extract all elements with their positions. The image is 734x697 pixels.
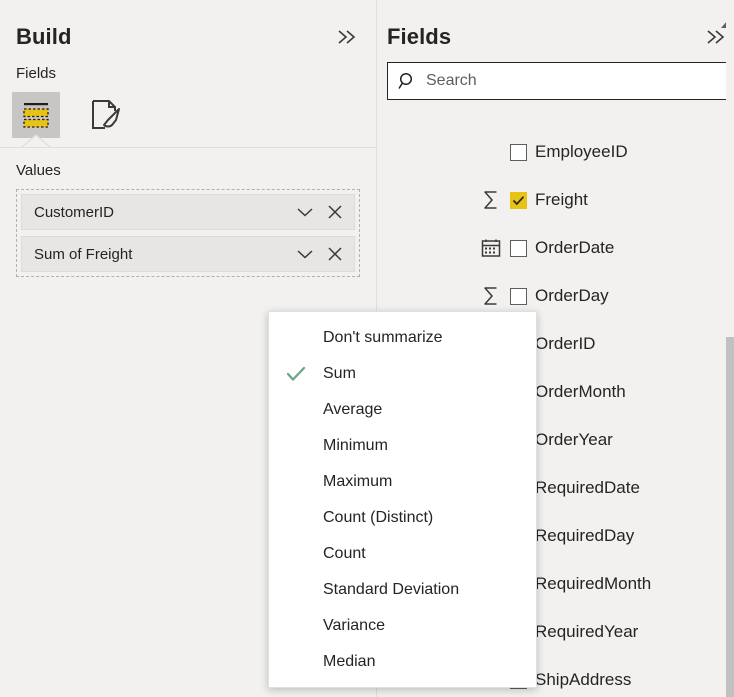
menu-item-sum[interactable]: Sum — [269, 356, 536, 392]
menu-item-average[interactable]: Average — [269, 392, 536, 428]
field-label: OrderDate — [535, 238, 615, 257]
field-label: OrderMonth — [535, 382, 626, 401]
field-checkbox[interactable] — [510, 143, 527, 161]
menu-item-label: Count (Distinct) — [323, 509, 434, 526]
search-placeholder: Search — [426, 72, 477, 89]
menu-item-label: Average — [323, 401, 383, 418]
field-well-remove-button[interactable] — [320, 197, 350, 227]
menu-item-dont-summarize[interactable]: Don't summarize — [269, 320, 536, 356]
field-label: RequiredDate — [535, 478, 640, 497]
close-icon — [328, 247, 342, 261]
format-pane-icon-button[interactable] — [82, 92, 130, 138]
menu-check-slot — [281, 366, 311, 382]
field-label: EmployeeID — [535, 142, 628, 161]
checkmark-icon — [286, 366, 306, 381]
menu-item-minimum[interactable]: Minimum — [269, 428, 536, 464]
search-icon — [398, 72, 413, 89]
values-well-label: Values — [16, 162, 61, 179]
field-label: ShipAddress — [535, 670, 632, 689]
menu-item-label: Standard Deviation — [323, 581, 460, 598]
field-label: Freight — [535, 190, 588, 209]
field-checkbox[interactable] — [510, 287, 527, 305]
menu-item-label: Count — [323, 545, 366, 562]
power-bi-panes: Build Fields Values CustomerID Sum of Fr… — [0, 0, 734, 697]
field-well-chip-customerid[interactable]: CustomerID — [21, 194, 355, 230]
double-chevron-right-icon — [338, 30, 356, 44]
selected-pane-caret-icon — [18, 134, 54, 147]
fields-pane-icon — [23, 103, 49, 128]
field-label: OrderYear — [535, 430, 613, 449]
fields-scrollbar-thumb[interactable] — [726, 337, 734, 697]
double-chevron-right-icon — [707, 30, 725, 44]
menu-item-median[interactable]: Median — [269, 644, 536, 680]
menu-item-label: Variance — [323, 617, 385, 634]
chevron-down-icon — [297, 250, 313, 259]
field-well-chip-label: CustomerID — [34, 203, 115, 221]
collapse-build-pane-button[interactable] — [334, 24, 360, 50]
menu-item-label: Don't summarize — [323, 329, 443, 346]
fields-pane-title: Fields — [387, 24, 452, 49]
menu-item-label: Minimum — [323, 437, 388, 454]
search-input[interactable]: Search — [387, 62, 734, 100]
fields-section-label: Fields — [16, 65, 57, 82]
field-label: RequiredYear — [535, 622, 639, 641]
menu-item-variance[interactable]: Variance — [269, 608, 536, 644]
menu-item-count[interactable]: Count — [269, 536, 536, 572]
format-pane-icon — [92, 100, 120, 129]
field-label: OrderDay — [535, 286, 609, 305]
field-well-chip-sum-of-freight[interactable]: Sum of Freight — [21, 236, 355, 272]
menu-item-label: Maximum — [323, 473, 393, 490]
page-title: Build — [16, 24, 72, 49]
pane-switcher — [0, 84, 376, 147]
fields-pane-icon-button[interactable] — [12, 92, 60, 138]
calendar-icon — [479, 236, 503, 260]
field-label: RequiredDay — [535, 526, 635, 545]
field-label: RequiredMonth — [535, 574, 652, 593]
menu-item-label: Sum — [323, 365, 356, 382]
menu-item-maximum[interactable]: Maximum — [269, 464, 536, 500]
checkmark-icon — [512, 195, 525, 205]
menu-item-count-distinct[interactable]: Count (Distinct) — [269, 500, 536, 536]
values-field-well[interactable]: CustomerID Sum of Freight — [16, 189, 360, 277]
field-list-item-employeeid[interactable]: EmployeeID — [377, 128, 734, 176]
field-list-item-orderdate[interactable]: OrderDate — [377, 224, 734, 272]
field-well-dropdown-button[interactable] — [290, 197, 320, 227]
sigma-icon — [479, 188, 503, 212]
field-well-chip-label: Sum of Freight — [34, 245, 133, 263]
menu-item-standard-deviation[interactable]: Standard Deviation — [269, 572, 536, 608]
chevron-down-icon — [297, 208, 313, 217]
field-list-item-freight[interactable]: Freight — [377, 176, 734, 224]
fields-scrollbar-track[interactable] — [726, 0, 734, 697]
field-label: OrderID — [535, 334, 596, 353]
field-checkbox[interactable] — [510, 239, 527, 257]
aggregation-dropdown-menu[interactable]: Don't summarize Sum Average Minimum Maxi… — [268, 311, 537, 688]
field-well-dropdown-button[interactable] — [290, 239, 320, 269]
menu-item-label: Median — [323, 653, 376, 670]
field-well-remove-button[interactable] — [320, 239, 350, 269]
close-icon — [328, 205, 342, 219]
field-checkbox[interactable] — [510, 191, 527, 209]
build-pane-header: Build — [0, 0, 376, 50]
fields-pane-header: Fields — [377, 0, 734, 50]
sigma-icon — [479, 284, 503, 308]
